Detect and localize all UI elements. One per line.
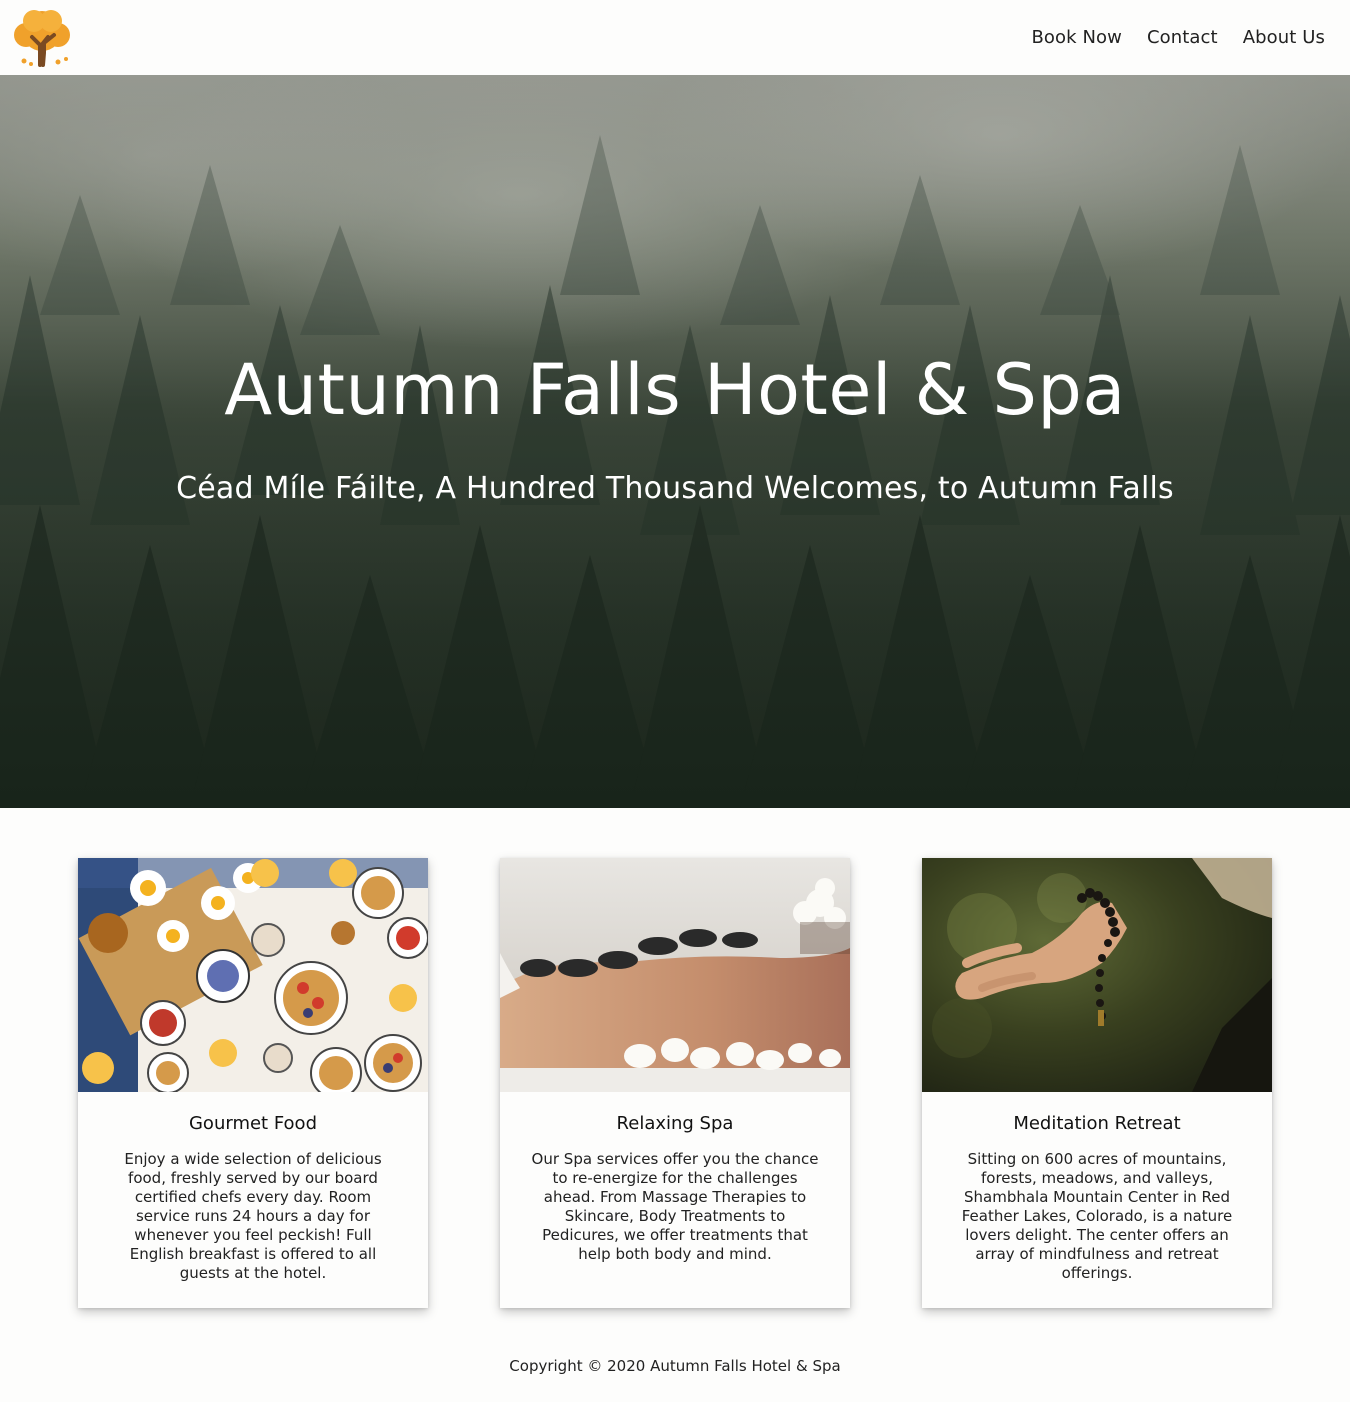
forest-background-image xyxy=(0,75,1350,808)
card-description: Our Spa services offer you the chance to… xyxy=(531,1150,819,1263)
card-relaxing-spa: Relaxing Spa Our Spa services offer you … xyxy=(500,858,850,1308)
nav-about-us[interactable]: About Us xyxy=(1243,26,1325,50)
meditation-retreat-image xyxy=(922,858,1272,1092)
card-title: Meditation Retreat xyxy=(1013,1113,1181,1134)
features-section: Gourmet Food Enjoy a wide selection of d… xyxy=(78,858,1272,1308)
main-nav: Book Now Contact About Us xyxy=(1006,26,1325,50)
hero-title: Autumn Falls Hotel & Spa xyxy=(224,349,1126,431)
gourmet-food-image xyxy=(78,858,428,1092)
card-gourmet-food: Gourmet Food Enjoy a wide selection of d… xyxy=(78,858,428,1308)
site-header: Book Now Contact About Us xyxy=(0,0,1350,75)
hero-subtitle: Céad Míle Fáilte, A Hundred Thousand Wel… xyxy=(176,471,1174,506)
autumn-tree-icon[interactable] xyxy=(10,7,74,67)
card-description: Enjoy a wide selection of delicious food… xyxy=(124,1150,382,1282)
hero-banner: Autumn Falls Hotel & Spa Céad Míle Fáilt… xyxy=(0,75,1350,808)
nav-book-now[interactable]: Book Now xyxy=(1031,26,1122,50)
copyright-text: Copyright © 2020 Autumn Falls Hotel & Sp… xyxy=(509,1357,841,1375)
card-description: Sitting on 600 acres of mountains, fores… xyxy=(961,1150,1233,1282)
card-title: Gourmet Food xyxy=(188,1113,317,1134)
card-meditation-retreat: Meditation Retreat Sitting on 600 acres … xyxy=(922,858,1272,1308)
card-title: Relaxing Spa xyxy=(616,1113,734,1134)
relaxing-spa-image xyxy=(500,858,850,1092)
nav-contact[interactable]: Contact xyxy=(1147,26,1218,50)
